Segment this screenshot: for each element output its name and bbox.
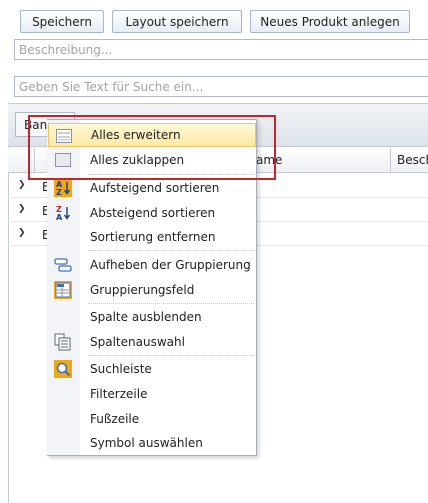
menu-item-group-panel[interactable]: Gruppierungsfeld	[48, 278, 256, 302]
chevron-right-icon[interactable]: ❯	[18, 228, 26, 238]
chevron-right-icon[interactable]: ❯	[18, 204, 26, 214]
search-panel-icon	[54, 360, 72, 378]
menu-item-label: Symbol auswählen	[90, 436, 203, 450]
save-button[interactable]: Speichern	[20, 10, 104, 33]
svg-text:Z: Z	[56, 188, 62, 197]
save-layout-button[interactable]: Layout speichern	[112, 10, 242, 33]
ungroup-icon	[54, 256, 72, 274]
column-chooser-icon	[54, 333, 72, 351]
sort-descending-icon: ZA	[54, 204, 72, 222]
description-field[interactable]: Beschreibung...	[14, 39, 428, 60]
menu-item-filter-row[interactable]: Filterzeile	[48, 382, 256, 406]
menu-separator	[88, 250, 254, 252]
menu-item-label: Aufheben der Gruppierung	[90, 258, 251, 272]
menu-item-clear-sorting[interactable]: Sortierung entfernen	[48, 225, 256, 249]
annotation-highlight-box	[28, 115, 276, 180]
menu-item-label: Filterzeile	[90, 387, 148, 401]
menu-item-label: Spaltenauswahl	[90, 335, 185, 349]
menu-item-label: Suchleiste	[90, 362, 152, 376]
column-separator	[390, 148, 391, 173]
menu-item-label: Spalte ausblenden	[90, 310, 202, 324]
search-input[interactable]: Geben Sie Text für Suche ein...	[14, 76, 428, 97]
menu-item-label: Gruppierungsfeld	[90, 283, 195, 297]
menu-item-column-chooser[interactable]: Spaltenauswahl	[48, 330, 256, 354]
svg-text:A: A	[56, 213, 63, 222]
new-product-button[interactable]: Neues Produkt anlegen	[250, 10, 410, 33]
menu-item-search-panel[interactable]: Suchleiste	[48, 357, 256, 381]
menu-item-hide-column[interactable]: Spalte ausblenden	[48, 305, 256, 329]
menu-item-label: Absteigend sortieren	[90, 206, 216, 220]
group-panel-icon	[54, 281, 72, 299]
menu-item-choose-symbol[interactable]: Symbol auswählen	[48, 431, 256, 455]
menu-item-ungroup[interactable]: Aufheben der Gruppierung	[48, 253, 256, 277]
menu-item-sort-descending[interactable]: ZA Absteigend sortieren	[48, 201, 256, 225]
menu-item-footer[interactable]: Fußzeile	[48, 407, 256, 431]
menu-item-label: Aufsteigend sortieren	[90, 181, 220, 195]
column-header-description[interactable]: Besch	[397, 153, 428, 167]
menu-item-label: Sortierung entfernen	[90, 230, 216, 244]
sort-ascending-icon: AZ	[54, 179, 72, 197]
chevron-right-icon[interactable]: ❯	[18, 180, 26, 190]
menu-item-label: Fußzeile	[90, 412, 140, 426]
